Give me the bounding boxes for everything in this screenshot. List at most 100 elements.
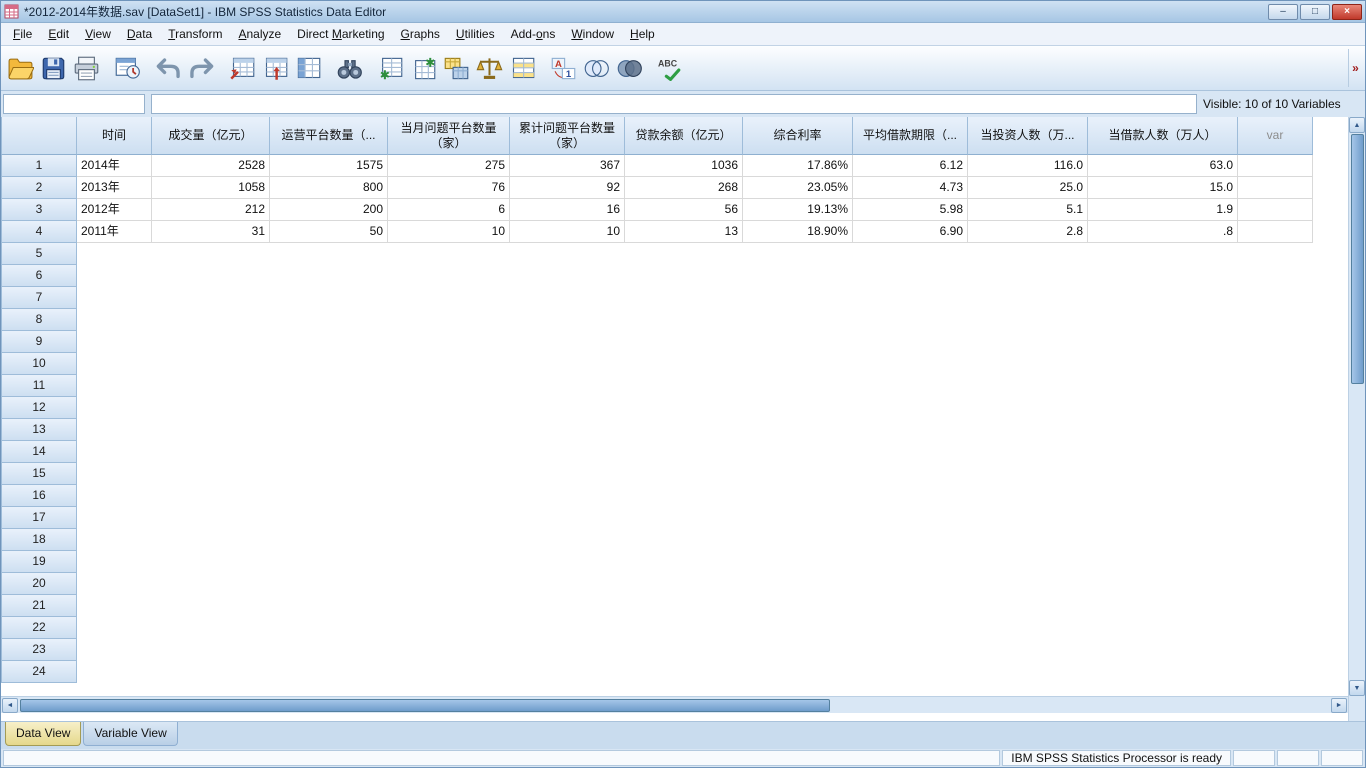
recall-dialogs-button[interactable] [111, 50, 144, 86]
menu-data[interactable]: Data [119, 23, 160, 45]
column-header-4[interactable]: 当月问题平台数量（家） [388, 117, 510, 155]
goto-variable-button[interactable] [259, 50, 292, 86]
cell-r4-c10[interactable]: .8 [1088, 221, 1238, 243]
menu-transform[interactable]: Transform [160, 23, 230, 45]
row-header-15[interactable]: 15 [1, 463, 77, 485]
cell-r1-c7[interactable]: 17.86% [743, 155, 853, 177]
print-button[interactable] [70, 50, 103, 86]
cell-r4-c6[interactable]: 13 [625, 221, 743, 243]
row-header-24[interactable]: 24 [1, 661, 77, 683]
row-header-8[interactable]: 8 [1, 309, 77, 331]
menu-help[interactable]: Help [622, 23, 663, 45]
cell-r1-c4[interactable]: 275 [388, 155, 510, 177]
horizontal-scrollbar[interactable]: ◄ ► [1, 696, 1348, 713]
cell-r2-c7[interactable]: 23.05% [743, 177, 853, 199]
vertical-scrollbar[interactable]: ▲ ▼ [1348, 117, 1365, 721]
tab-data-view[interactable]: Data View [5, 722, 81, 746]
row-header-2[interactable]: 2 [1, 177, 77, 199]
cell-r3-c3[interactable]: 200 [270, 199, 388, 221]
scroll-up-arrow-icon[interactable]: ▲ [1349, 117, 1365, 133]
row-header-14[interactable]: 14 [1, 441, 77, 463]
cell-r1-c2[interactable]: 2528 [152, 155, 270, 177]
toolbar-overflow-button[interactable]: » [1348, 49, 1362, 87]
scroll-down-arrow-icon[interactable]: ▼ [1349, 680, 1365, 696]
row-header-13[interactable]: 13 [1, 419, 77, 441]
cell-r3-c9[interactable]: 5.1 [968, 199, 1088, 221]
goto-case-button[interactable] [226, 50, 259, 86]
menu-file[interactable]: File [5, 23, 40, 45]
cell-r2-c10[interactable]: 15.0 [1088, 177, 1238, 199]
cell-r4-c7[interactable]: 18.90% [743, 221, 853, 243]
column-header-6[interactable]: 贷款余额（亿元） [625, 117, 743, 155]
scroll-left-arrow-icon[interactable]: ◄ [2, 698, 18, 713]
cell-r3-c2[interactable]: 212 [152, 199, 270, 221]
scroll-right-arrow-icon[interactable]: ► [1331, 698, 1347, 713]
maximize-button[interactable]: □ [1300, 4, 1330, 20]
row-header-19[interactable]: 19 [1, 551, 77, 573]
cell-r4-c9[interactable]: 2.8 [968, 221, 1088, 243]
cell-reference-input[interactable] [3, 94, 145, 114]
minimize-button[interactable]: – [1268, 4, 1298, 20]
insert-variable-button[interactable] [407, 50, 440, 86]
row-header-4[interactable]: 4 [1, 221, 77, 243]
row-header-21[interactable]: 21 [1, 595, 77, 617]
value-labels-button[interactable]: A1 [547, 50, 580, 86]
cell-r2-c9[interactable]: 25.0 [968, 177, 1088, 199]
menu-window[interactable]: Window [563, 23, 622, 45]
row-header-12[interactable]: 12 [1, 397, 77, 419]
cell-r3-c8[interactable]: 5.98 [853, 199, 968, 221]
cell-r2-c3[interactable]: 800 [270, 177, 388, 199]
cell-r3-c1[interactable]: 2012年 [77, 199, 152, 221]
row-header-7[interactable]: 7 [1, 287, 77, 309]
menu-graphs[interactable]: Graphs [393, 23, 448, 45]
find-button[interactable] [333, 50, 366, 86]
column-header-1[interactable]: 时间 [77, 117, 152, 155]
cell-r4-c4[interactable]: 10 [388, 221, 510, 243]
row-header-6[interactable]: 6 [1, 265, 77, 287]
menu-view[interactable]: View [77, 23, 119, 45]
row-header-10[interactable]: 10 [1, 353, 77, 375]
menu-add-ons[interactable]: Add-ons [503, 23, 564, 45]
menu-utilities[interactable]: Utilities [448, 23, 503, 45]
cell-r3-c10[interactable]: 1.9 [1088, 199, 1238, 221]
column-header-11[interactable]: var [1238, 117, 1313, 155]
save-button[interactable] [37, 50, 70, 86]
cell-r4-c3[interactable]: 50 [270, 221, 388, 243]
row-header-23[interactable]: 23 [1, 639, 77, 661]
close-button[interactable]: × [1332, 4, 1362, 20]
cell-r1-c10[interactable]: 63.0 [1088, 155, 1238, 177]
menu-analyze[interactable]: Analyze [230, 23, 289, 45]
cell-r4-c5[interactable]: 10 [510, 221, 625, 243]
weight-cases-button[interactable] [473, 50, 506, 86]
row-header-9[interactable]: 9 [1, 331, 77, 353]
undo-button[interactable] [152, 50, 185, 86]
cell-r1-c8[interactable]: 6.12 [853, 155, 968, 177]
row-header-20[interactable]: 20 [1, 573, 77, 595]
tab-variable-view[interactable]: Variable View [83, 722, 177, 746]
vertical-scroll-thumb[interactable] [1351, 134, 1364, 384]
split-file-button[interactable] [440, 50, 473, 86]
row-header-3[interactable]: 3 [1, 199, 77, 221]
column-header-8[interactable]: 平均借款期限（... [853, 117, 968, 155]
horizontal-scroll-thumb[interactable] [20, 699, 830, 712]
row-header-18[interactable]: 18 [1, 529, 77, 551]
use-variable-sets-button[interactable] [580, 50, 613, 86]
cell-r2-c8[interactable]: 4.73 [853, 177, 968, 199]
column-header-9[interactable]: 当投资人数（万... [968, 117, 1088, 155]
select-cases-button[interactable] [506, 50, 539, 86]
redo-button[interactable] [185, 50, 218, 86]
cell-r2-c6[interactable]: 268 [625, 177, 743, 199]
row-header-11[interactable]: 11 [1, 375, 77, 397]
cell-content-input[interactable] [151, 94, 1197, 114]
cell-r1-c5[interactable]: 367 [510, 155, 625, 177]
menu-direct-marketing[interactable]: Direct Marketing [289, 23, 392, 45]
row-header-5[interactable]: 5 [1, 243, 77, 265]
row-header-1[interactable]: 1 [1, 155, 77, 177]
cell-r2-c2[interactable]: 1058 [152, 177, 270, 199]
column-header-3[interactable]: 运营平台数量（... [270, 117, 388, 155]
cell-r3-c4[interactable]: 6 [388, 199, 510, 221]
column-header-2[interactable]: 成交量（亿元） [152, 117, 270, 155]
cell-r1-var[interactable] [1238, 155, 1313, 177]
cell-r2-c5[interactable]: 92 [510, 177, 625, 199]
cell-r2-c1[interactable]: 2013年 [77, 177, 152, 199]
